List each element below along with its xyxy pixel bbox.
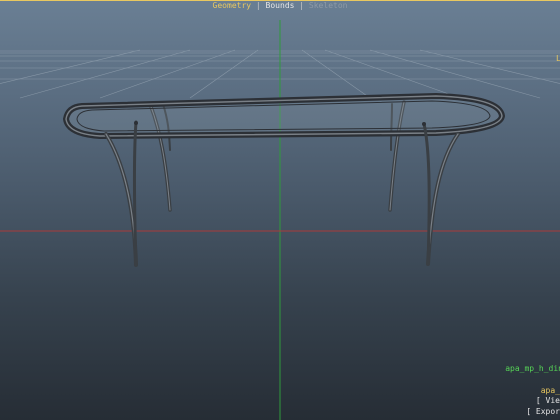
view-button[interactable]: [ Vie xyxy=(536,396,560,406)
submodel-name-label: apa_ xyxy=(540,386,560,395)
front-left-leg xyxy=(104,132,138,267)
bracket-right xyxy=(422,122,426,126)
side-marker: L xyxy=(556,54,560,63)
scene-canvas[interactable] xyxy=(0,0,560,420)
table-model[interactable] xyxy=(62,92,506,267)
3d-viewport[interactable]: Geometry | Bounds | Skeleton L apa_mp_h_… xyxy=(0,0,560,420)
bracket-left xyxy=(134,121,138,125)
model-name-label: apa_mp_h_din xyxy=(505,364,560,373)
export-button[interactable]: [ Expor xyxy=(526,407,560,417)
front-right-leg xyxy=(426,132,460,266)
front-legs xyxy=(104,120,460,267)
